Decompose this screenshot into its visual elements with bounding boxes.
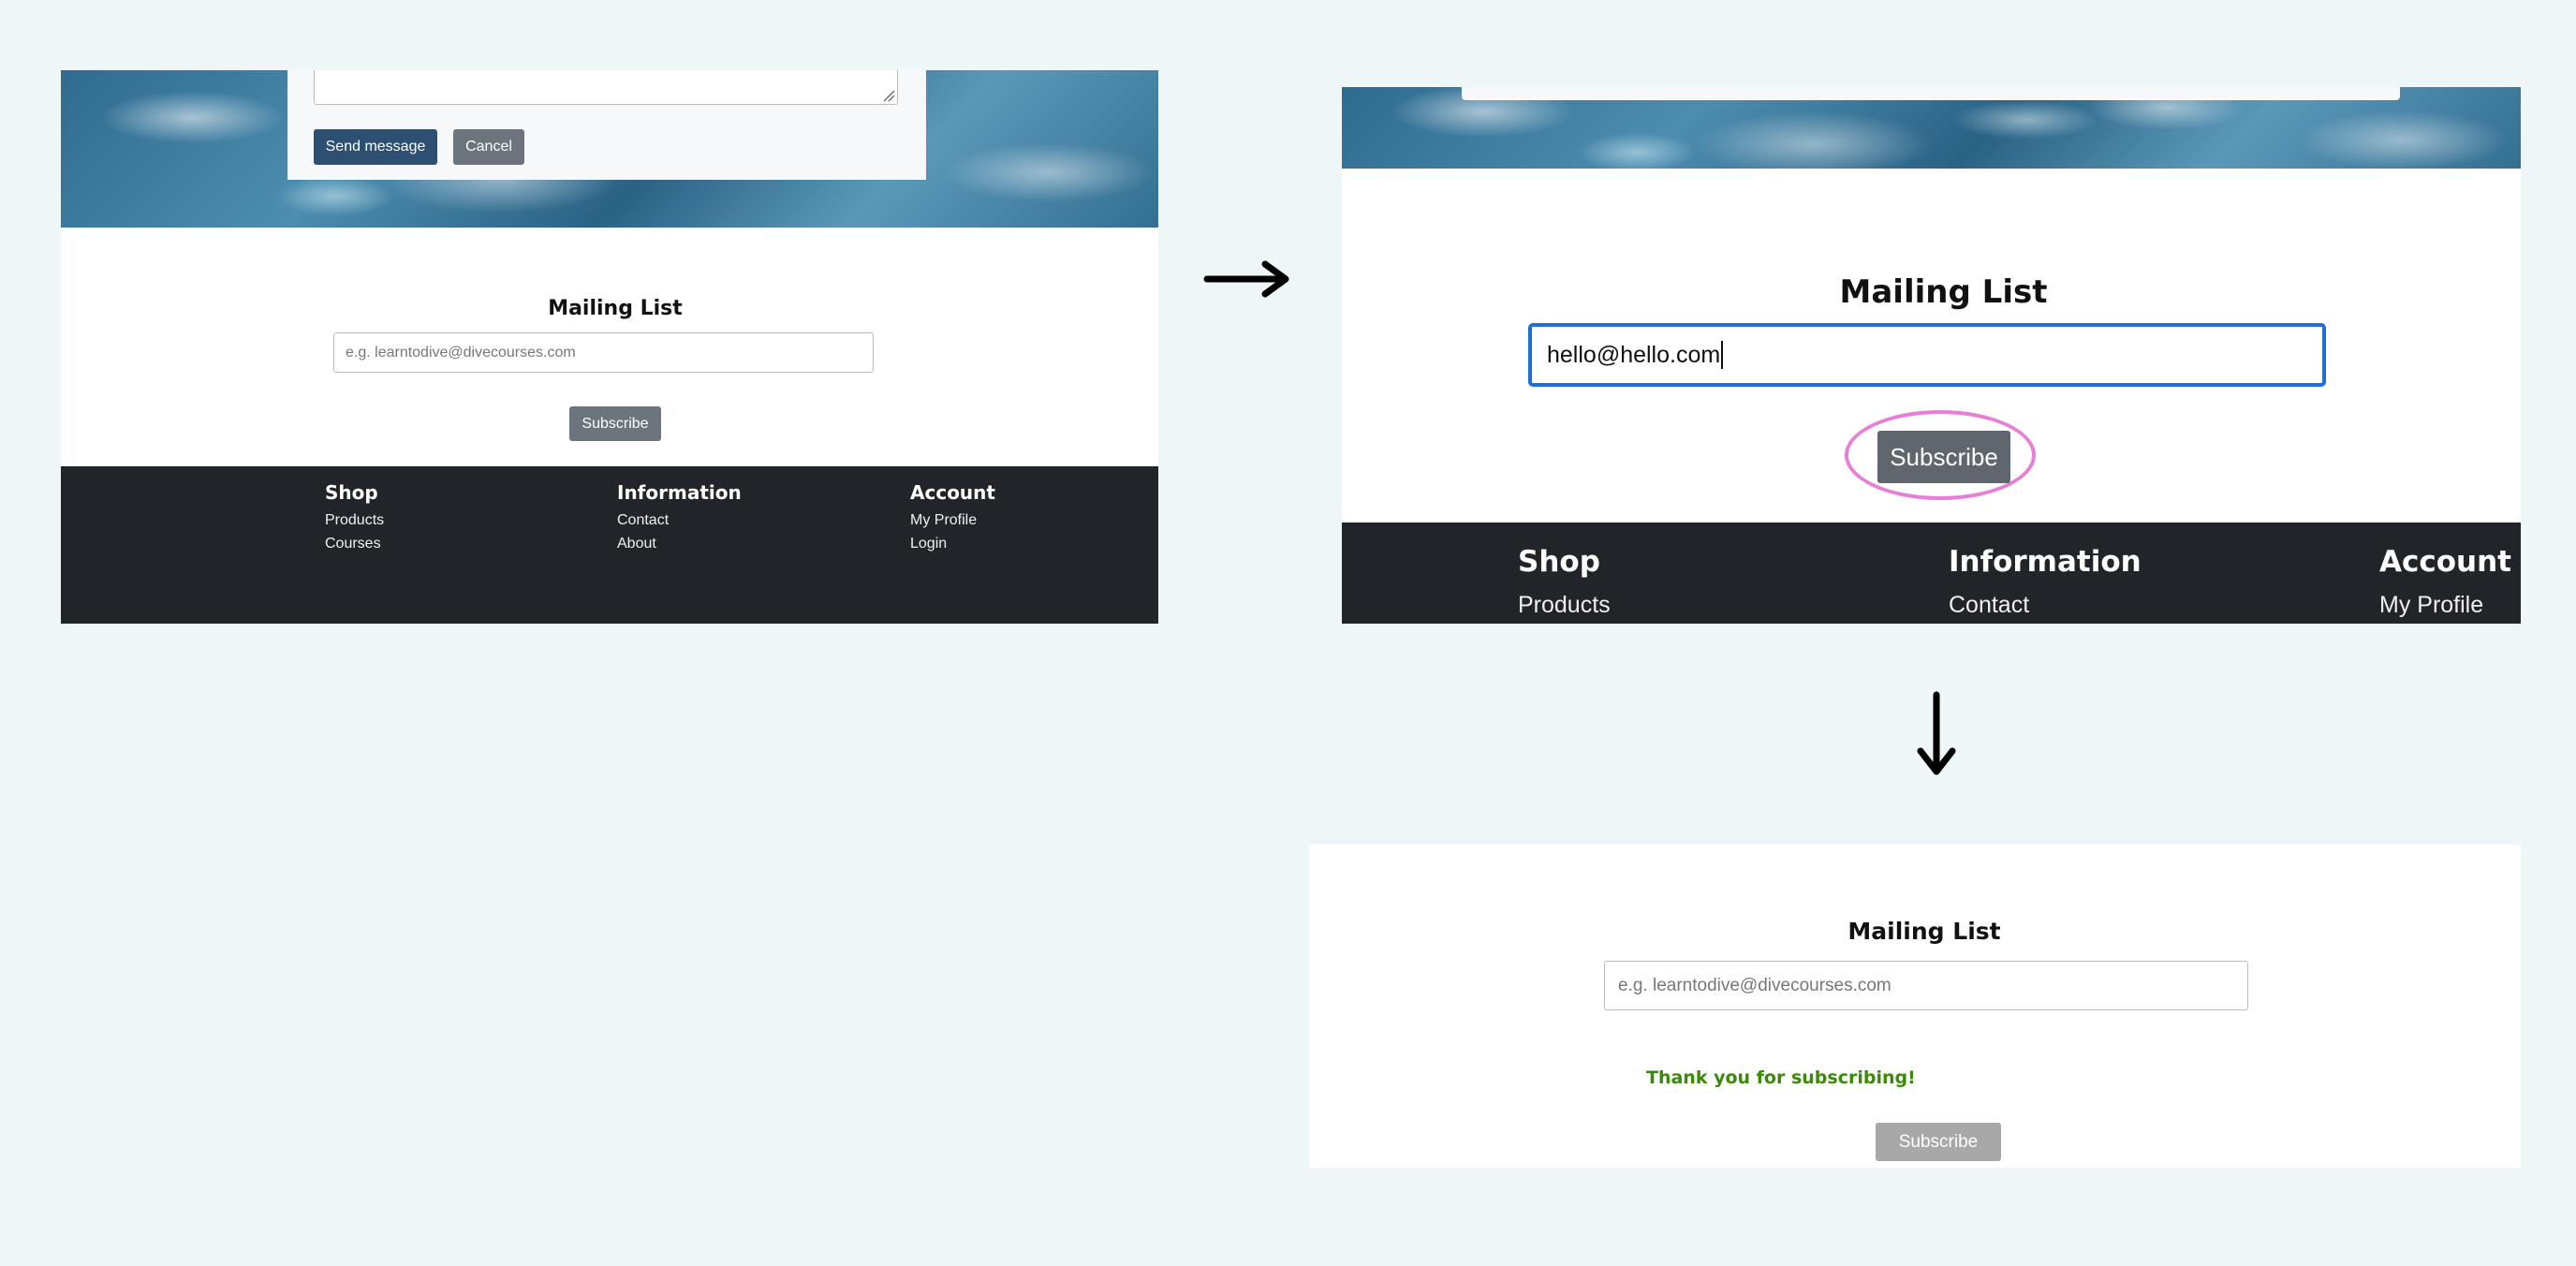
email-placeholder: e.g. learntodive@divecourses.com [1618,975,1892,995]
email-value: hello@hello.com [1547,341,1721,368]
footer-link-products[interactable]: Products [1518,592,1611,619]
step2-screenshot: Mailing List hello@hello.com Subscribe S… [1342,87,2521,624]
email-input[interactable]: e.g. learntodive@divecourses.com [1604,961,2248,1010]
footer-link-login[interactable]: Login [910,536,947,552]
mailing-list-title: Mailing List [548,297,683,320]
site-footer: Shop Products Courses Information Contac… [61,466,1158,624]
cancel-button[interactable]: Cancel [453,129,524,165]
subscribe-button[interactable]: Subscribe [1877,431,2010,483]
subscribe-button[interactable]: Subscribe [569,406,661,441]
send-message-button[interactable]: Send message [314,129,437,165]
text-cursor [1721,341,1724,369]
footer-account-title: Account [910,481,995,504]
subscribe-button[interactable]: Subscribe [1876,1123,2001,1161]
footer-link-courses[interactable]: Courses [325,536,381,552]
mailing-section: Mailing List hello@hello.com Subscribe [1342,169,2521,523]
arrow-down-icon [1917,691,1956,775]
footer-link-contact[interactable]: Contact [1949,592,2029,619]
footer-link-contact[interactable]: Contact [617,512,669,529]
site-footer: Shop Products Information Contact Accoun… [1342,523,2521,624]
footer-link-my-profile[interactable]: My Profile [2379,592,2483,619]
resize-handle-icon[interactable] [882,89,895,102]
email-input[interactable]: e.g. learntodive@divecourses.com [333,332,874,373]
footer-link-products[interactable]: Products [325,512,384,529]
email-placeholder: e.g. learntodive@divecourses.com [346,344,576,361]
footer-shop-title: Shop [1518,545,1600,579]
email-input[interactable]: hello@hello.com [1528,323,2326,387]
footer-information-title: Information [617,481,742,504]
message-textarea[interactable] [314,70,898,105]
arrow-right-icon [1203,260,1289,298]
mailing-list-title: Mailing List [1847,918,2001,945]
footer-link-about[interactable]: About [617,536,656,552]
mailing-section: Mailing List e.g. learntodive@divecourse… [61,228,1158,466]
mailing-list-title: Mailing List [1839,273,2048,311]
contact-form-card: Send message Cancel [287,70,926,180]
step1-screenshot: Send message Cancel Mailing List e.g. le… [61,70,1158,624]
step3-screenshot: Mailing List e.g. learntodive@divecourse… [1309,845,2521,1168]
footer-account-title: Account [2379,545,2511,579]
footer-link-my-profile[interactable]: My Profile [910,512,977,529]
footer-information-title: Information [1949,545,2142,579]
contact-form-card-edge [1462,87,2400,100]
footer-shop-title: Shop [325,481,378,504]
success-message: Thank you for subscribing! [1646,1067,1916,1088]
